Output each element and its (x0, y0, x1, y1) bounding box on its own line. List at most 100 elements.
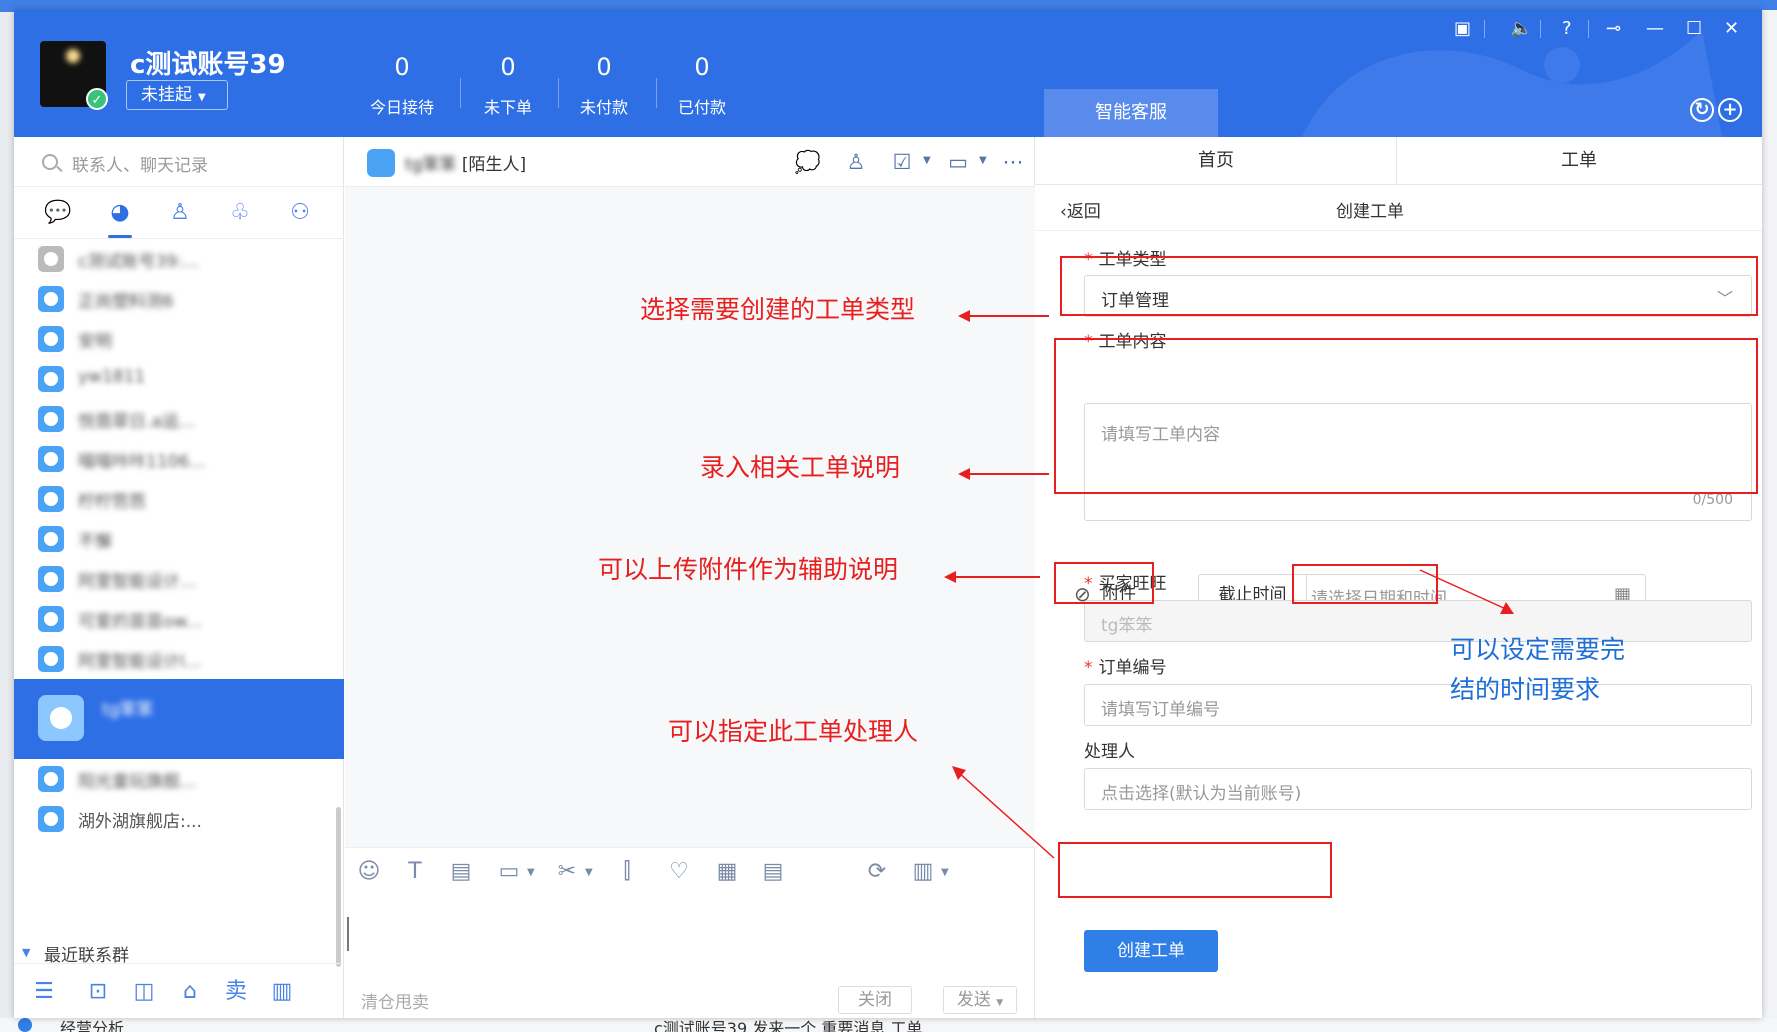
tab-ai-service[interactable]: 智能客服 (1044, 89, 1218, 137)
close-button[interactable]: 关闭 (838, 986, 912, 1014)
create-ticket-button[interactable]: 创建工单 (1084, 930, 1218, 972)
contact-name: 悦翡翠日.a运... (78, 412, 196, 432)
list-item[interactable]: c测试账号39:... (14, 239, 344, 279)
contact-avatar (38, 406, 64, 432)
shop-icon[interactable]: ⌂ (176, 978, 204, 1006)
sound-icon[interactable]: 🔈 (1510, 18, 1532, 40)
search-icon (42, 154, 58, 170)
annotation-text: 可以指定此工单处理人 (668, 717, 919, 746)
shake-icon[interactable]: ⫿ (613, 858, 641, 886)
contact-name: 湖外湖旗舰店:... (78, 812, 202, 832)
scissors-icon[interactable]: ✂ (553, 858, 581, 886)
contact-avatar (38, 366, 64, 392)
menu-icon[interactable]: ☰ (30, 978, 58, 1006)
recent-clock-icon[interactable]: ◕ (104, 197, 136, 229)
video-icon[interactable]: ▭ (943, 149, 973, 175)
send-button[interactable]: 发送 ▼ (943, 986, 1017, 1014)
input-placeholder: 请填写订单编号 (1101, 700, 1220, 720)
list-item[interactable]: 湖外湖旗舰店:... (14, 799, 344, 839)
add-icon[interactable]: + (1718, 98, 1742, 122)
order-number-input[interactable]: 请填写订单编号 (1084, 684, 1752, 726)
tab-home[interactable]: 首页 (1036, 137, 1396, 185)
account-name: c测试账号39 (130, 50, 286, 80)
header-bar: ✓ c测试账号39 未挂起 ▼ 0 今日接待 0 未下单 0 未付款 0 已付款 ▣ 🔈 … (14, 10, 1762, 137)
emoji-icon[interactable]: ☺ (355, 858, 383, 886)
add-task-icon[interactable]: ☑ (887, 149, 917, 175)
layout-icon[interactable]: ▥ (268, 978, 296, 1006)
org-tree-icon[interactable]: ⚇ (284, 197, 316, 229)
handler-select[interactable]: 点击选择(默认为当前账号) (1084, 768, 1752, 810)
add-contact-icon[interactable]: ♙ (841, 149, 871, 175)
contact-sidebar: 联系人、聊天记录 💬 ◕ ♙ ♧ ⚇ c测试账号39:... 正尚塑料测6 安明… (14, 137, 344, 1018)
chat-footer: 清仓甩卖 关闭 发送 ▼ (345, 980, 1035, 1018)
reply-icon[interactable]: ⟳ (863, 858, 891, 886)
image-icon[interactable]: ▤ (447, 858, 475, 886)
minimize-icon[interactable]: — (1646, 18, 1664, 40)
list-item[interactable]: 柠柠笆笆 (14, 479, 344, 519)
quick-reply-icon[interactable]: 💭 (793, 149, 823, 175)
list-item[interactable]: 正尚塑料测6 (14, 279, 344, 319)
sell-icon[interactable]: 卖 (222, 978, 250, 1006)
annotation-box-content (1054, 338, 1758, 494)
stat-paid[interactable]: 0 已付款 (656, 52, 748, 118)
list-item[interactable]: 阿里智能设计... (14, 559, 344, 599)
arrow-line (969, 473, 1049, 475)
contact-name: 柠柠笆笆 (78, 492, 146, 512)
caret-down-icon[interactable]: ▼ (941, 867, 949, 878)
search-input[interactable]: 联系人、聊天记录 (72, 151, 208, 176)
heart-icon[interactable]: ♡ (665, 858, 693, 886)
list-item[interactable]: 安明 (14, 319, 344, 359)
chat-bubble-icon[interactable]: 💬 (42, 197, 74, 229)
status-dropdown[interactable]: 未挂起 ▼ (126, 80, 228, 110)
panel-title: 创建工单 (1336, 202, 1404, 222)
contact-avatar (38, 695, 84, 741)
list-item[interactable]: 不懈 (14, 519, 344, 559)
help-icon[interactable]: ? (1562, 18, 1572, 40)
stat-label: 已付款 (677, 98, 726, 117)
stat-unpaid[interactable]: 0 未付款 (558, 52, 650, 118)
more-icon[interactable]: ⋯ (1001, 149, 1025, 175)
annotation-box-attachment (1054, 562, 1154, 604)
contact-name: 不懈 (78, 532, 112, 552)
annotation-box-handler (1058, 842, 1332, 898)
tab-ticket[interactable]: 工单 (1396, 137, 1762, 185)
skin-icon[interactable]: ▣ (1454, 18, 1471, 40)
caret-down-icon[interactable]: ▼ (923, 155, 931, 166)
pin-icon[interactable]: ⊸ (1606, 18, 1621, 40)
list-item[interactable]: 阿里智能设计l... (14, 639, 344, 679)
contact-icon[interactable]: ♙ (164, 197, 196, 229)
caret-down-icon[interactable]: ▼ (527, 867, 535, 878)
list-item[interactable]: 悦翡翠日.a运... (14, 399, 344, 439)
maximize-icon[interactable]: ☐ (1686, 18, 1702, 40)
contact-avatar (38, 246, 64, 272)
record-icon[interactable]: ▥ (909, 858, 937, 886)
background-taskbar: 经营分析 c测试账号39 发来一个 重要消息 工单 (0, 1018, 1777, 1032)
divider (460, 78, 461, 108)
caret-down-icon[interactable]: ▼ (979, 155, 987, 166)
back-button[interactable]: ‹返回 (1060, 197, 1101, 222)
close-icon[interactable]: ✕ (1724, 18, 1739, 40)
coupon-icon[interactable]: ▤ (759, 858, 787, 886)
chevron-left-icon: ‹ (1060, 202, 1067, 222)
stat-no-order[interactable]: 0 未下单 (462, 52, 554, 118)
stat-today[interactable]: 0 今日接待 (356, 52, 448, 118)
chat-contact-avatar (367, 149, 395, 177)
list-item-active[interactable]: tg笨笨 (14, 679, 344, 759)
folder-icon[interactable]: ▭ (495, 858, 523, 886)
calculator-icon[interactable]: ▦ (713, 858, 741, 886)
calendar-task-icon[interactable]: ⊡ (84, 978, 112, 1006)
list-item[interactable]: yw1811 (14, 359, 344, 399)
list-item[interactable]: 喵喵咔咔1106... (14, 439, 344, 479)
panel-header: ‹返回 创建工单 (1036, 185, 1762, 231)
font-icon[interactable]: T (401, 858, 429, 886)
refresh-icon[interactable]: ↻ (1690, 98, 1714, 122)
search-box[interactable]: 联系人、聊天记录 (14, 137, 344, 187)
group-icon[interactable]: ♧ (224, 197, 256, 229)
list-item[interactable]: 可爱的苗苗ow... (14, 599, 344, 639)
message-input[interactable] (345, 895, 1035, 980)
bag-icon[interactable]: ◫ (130, 978, 158, 1006)
chat-contact-name: tg笨笨 [陌生人] (405, 150, 526, 175)
caret-down-icon[interactable]: ▼ (585, 867, 593, 878)
order-number-label: * 订单编号 (1084, 653, 1167, 678)
list-item[interactable]: 阳光童玩旗舰... (14, 759, 344, 799)
